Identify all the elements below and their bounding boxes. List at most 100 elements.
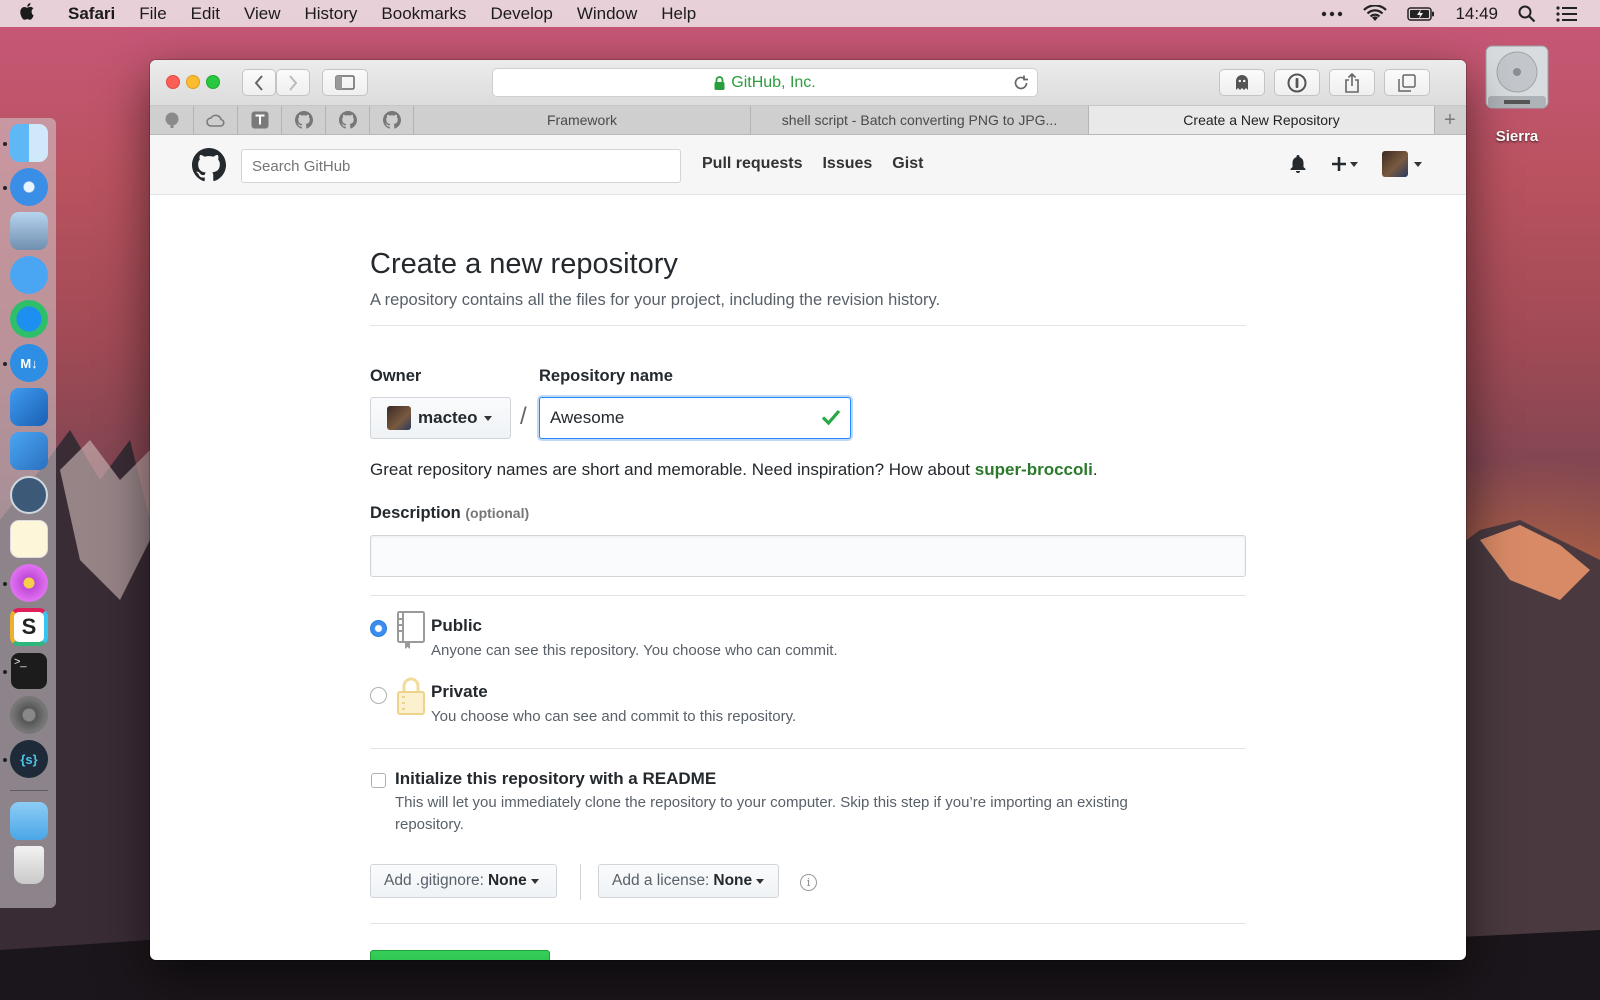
license-select[interactable]: Add a license: None (598, 864, 779, 898)
menu-history[interactable]: History (293, 4, 370, 24)
user-menu[interactable] (1382, 151, 1422, 177)
tab-framework[interactable]: Framework (414, 106, 751, 134)
private-radio[interactable] (370, 687, 387, 704)
hint-suffix: . (1092, 460, 1098, 479)
info-icon[interactable]: i (800, 874, 817, 891)
menu-window[interactable]: Window (565, 4, 649, 24)
ghostery-extension-button[interactable] (1219, 69, 1265, 96)
owner-value: macteo (418, 408, 478, 427)
system-preferences-icon[interactable] (10, 696, 48, 734)
back-button[interactable] (242, 69, 276, 96)
github-logo-icon[interactable] (192, 148, 226, 182)
create-repository-button[interactable] (370, 950, 550, 960)
notification-center-icon[interactable] (1556, 5, 1578, 22)
onepassword-icon (1287, 73, 1307, 92)
pinned-tab[interactable] (150, 106, 194, 134)
tab-shell-script[interactable]: shell script - Batch converting PNG to J… (751, 106, 1089, 134)
license-value: None (713, 872, 753, 889)
nav-pull-requests[interactable]: Pull requests (702, 155, 802, 173)
share-button[interactable] (1329, 69, 1375, 96)
drive-label[interactable]: Sierra (1470, 128, 1564, 145)
public-description: Anyone can see this repository. You choo… (431, 642, 838, 659)
zoom-window-button[interactable] (206, 75, 220, 89)
sidebar-toggle-button[interactable] (322, 69, 368, 96)
description-input[interactable] (370, 535, 1246, 577)
wifi-icon[interactable] (1363, 4, 1388, 23)
folder-icon[interactable] (10, 802, 48, 840)
private-description: You choose who can see and commit to thi… (431, 708, 797, 725)
spotlight-search-icon[interactable] (1518, 5, 1536, 23)
github-header: Pull requests Issues Gist (150, 135, 1466, 195)
menu-develop[interactable]: Develop (478, 4, 564, 24)
tab-create-repository[interactable]: Create a New Repository (1089, 106, 1435, 134)
simulator-icon[interactable] (10, 432, 48, 470)
bell-icon[interactable] (1289, 154, 1307, 174)
github-search-input[interactable] (241, 149, 681, 183)
readme-checkbox[interactable] (371, 773, 386, 788)
caret-down-icon (1414, 161, 1422, 167)
notes-icon[interactable] (10, 520, 48, 558)
address-bar[interactable]: GitHub, Inc. (492, 68, 1038, 97)
sourcetree-icon[interactable] (10, 476, 48, 514)
preview-icon[interactable] (10, 212, 48, 250)
menu-edit[interactable]: Edit (179, 4, 232, 24)
readme-description-line2: repository. (395, 816, 464, 833)
pinned-tab[interactable] (194, 106, 238, 134)
things-icon[interactable] (10, 300, 48, 338)
finder-icon[interactable] (10, 124, 48, 162)
create-new-menu[interactable] (1331, 156, 1358, 172)
terminal-icon[interactable]: >_ (10, 652, 48, 690)
more-dots-icon[interactable] (1321, 11, 1343, 17)
battery-icon[interactable] (1407, 6, 1435, 21)
private-title: Private (431, 682, 488, 701)
pinned-tab[interactable] (370, 106, 414, 134)
reload-icon[interactable] (1013, 74, 1029, 91)
dock: M↓ S >_ {s} (0, 118, 56, 908)
forward-button[interactable] (276, 69, 310, 96)
cloud-icon (205, 114, 224, 127)
gitignore-select[interactable]: Add .gitignore: None (370, 864, 557, 898)
xcode-icon[interactable] (10, 388, 48, 426)
menu-help[interactable]: Help (649, 4, 708, 24)
pinned-tab[interactable] (238, 106, 282, 134)
lock-icon (714, 75, 725, 90)
running-indicator (3, 186, 7, 190)
slack-icon[interactable]: S (10, 608, 48, 646)
owner-repo-separator: / (520, 403, 527, 430)
menu-view[interactable]: View (232, 4, 293, 24)
lock-icon (397, 677, 425, 715)
hard-drive-icon[interactable] (1482, 40, 1552, 115)
menu-app-name[interactable]: Safari (56, 4, 127, 24)
menu-file[interactable]: File (127, 4, 178, 24)
readme-description-line1: This will let you immediately clone the … (395, 794, 1128, 811)
onepassword-extension-button[interactable] (1274, 69, 1320, 96)
caret-down-icon (756, 878, 765, 884)
flower-app-icon[interactable] (10, 564, 48, 602)
menubar-clock[interactable]: 14:49 (1455, 4, 1498, 24)
close-window-button[interactable] (166, 75, 180, 89)
tab-overview-button[interactable] (1384, 69, 1430, 96)
new-tab-button[interactable]: + (1435, 106, 1465, 134)
chevron-left-icon (254, 74, 263, 91)
trash-icon[interactable] (14, 846, 44, 884)
minimize-window-button[interactable] (186, 75, 200, 89)
apple-menu-icon[interactable] (0, 2, 56, 25)
menu-bookmarks[interactable]: Bookmarks (369, 4, 478, 24)
divider (370, 923, 1246, 924)
repo-name-input[interactable] (539, 397, 851, 439)
owner-select[interactable]: macteo (370, 397, 511, 439)
name-suggestion-link[interactable]: super-broccoli (975, 460, 1093, 479)
public-radio[interactable] (370, 620, 387, 637)
nav-gist[interactable]: Gist (892, 155, 923, 173)
pinned-tab[interactable] (326, 106, 370, 134)
safari-icon[interactable] (10, 168, 48, 206)
repo-name-hint: Great repository names are short and mem… (370, 460, 1098, 480)
messages-icon[interactable] (10, 256, 48, 294)
markdown-editor-icon[interactable]: M↓ (10, 344, 48, 382)
pinned-tab[interactable] (282, 106, 326, 134)
license-label: Add a license: (612, 872, 710, 889)
scripts-app-icon[interactable]: {s} (10, 740, 48, 778)
nav-issues[interactable]: Issues (822, 155, 872, 173)
select-divider (580, 864, 581, 900)
caret-down-icon (530, 878, 539, 884)
